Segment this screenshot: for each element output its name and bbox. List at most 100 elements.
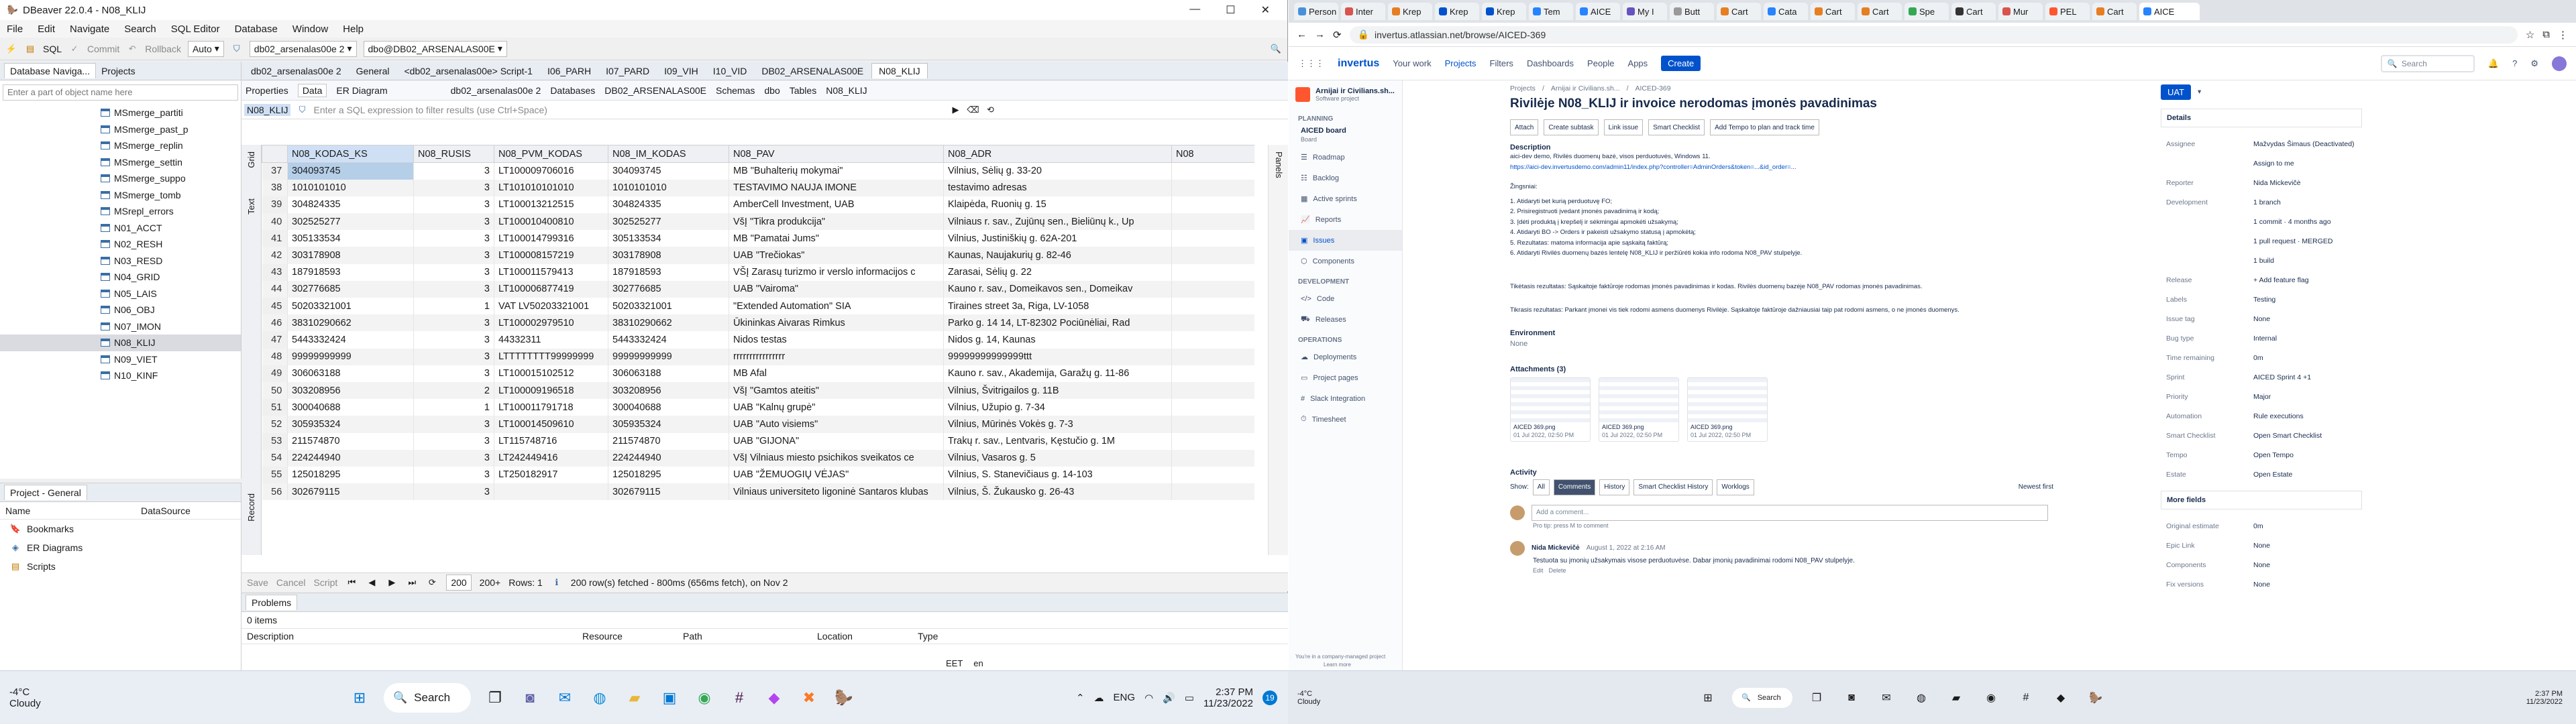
table-cell[interactable]: 302525277 <box>608 213 729 231</box>
table-row[interactable]: 40 302525277 3 LT100010400810 302525277 VšĮ "… <box>262 213 1254 231</box>
table-cell[interactable]: LT100008157219 <box>494 247 608 264</box>
app-switcher-icon[interactable]: ⋮⋮⋮ <box>1298 58 1324 69</box>
table-cell[interactable]: UAB "ŽEMUOGIŲ VĖJAS" <box>729 466 944 484</box>
breadcrumb-item[interactable]: N08_KLIJ <box>826 85 867 96</box>
table-cell[interactable]: 38310290662 <box>287 314 414 332</box>
detail-value[interactable]: 1 pull request · MERGED <box>2253 237 2362 245</box>
sidebar-item-reports[interactable]: 📈 Reports <box>1289 209 1402 230</box>
project-name[interactable]: Arnijai ir Civilians.sh... <box>1316 87 1395 95</box>
table-cell[interactable]: Kauno r. sav., Domeikavos sen., Domeikav <box>943 280 1172 298</box>
tree-item[interactable]: N01_ACCT <box>0 220 241 237</box>
sidebar-item-roadmap[interactable]: ☰ Roadmap <box>1289 147 1402 168</box>
rollback-button[interactable]: Rollback <box>145 44 181 54</box>
table-cell[interactable]: LT100002979510 <box>494 314 608 332</box>
fetch-size-input[interactable]: 200 <box>446 574 472 591</box>
tree-item[interactable]: MSmerge_settin <box>0 154 241 171</box>
avatar[interactable] <box>2552 56 2567 71</box>
clock[interactable]: 2:37 PM 11/23/2022 <box>2526 690 2576 706</box>
detail-row[interactable]: Tempo Open Tempo <box>2166 445 2362 465</box>
table-cell[interactable]: 305935324 <box>287 416 414 433</box>
table-cell[interactable]: LT100011579413 <box>494 263 608 281</box>
detail-row[interactable]: Release + Add feature flag <box>2166 270 2362 290</box>
nav-apps[interactable]: Apps <box>1628 58 1648 68</box>
tree-item[interactable]: MSmerge_suppo <box>0 170 241 187</box>
column-header[interactable]: N08 <box>1171 145 1254 163</box>
table-cell[interactable]: 3 <box>413 162 494 180</box>
erase-filter-icon[interactable]: ⌫ <box>967 104 979 116</box>
nav-filters[interactable]: Filters <box>1490 58 1513 68</box>
table-cell[interactable]: Nidos g. 14, Kaunas <box>943 331 1172 349</box>
table-cell[interactable]: 3 <box>413 483 494 501</box>
dbeaver-icon[interactable]: 🦫 <box>2082 684 2109 711</box>
detail-row[interactable]: Reporter Nida Mickevičė <box>2166 173 2362 192</box>
detail-value[interactable]: AICED Sprint 4 +1 <box>2253 373 2362 381</box>
phpstorm-icon[interactable]: ◆ <box>761 684 788 711</box>
table-row[interactable]: 48 99999999999 3 LTTTTTTTT99999999 999999999… <box>262 348 1254 365</box>
browser-tab[interactable]: PEL <box>2045 3 2090 20</box>
history-icon[interactable]: ⟲ <box>984 104 996 116</box>
detail-value[interactable]: Internal <box>2253 335 2362 343</box>
settings-icon[interactable]: ⚙ <box>2530 58 2538 69</box>
table-cell[interactable] <box>1171 466 1254 484</box>
table-cell[interactable]: 304093745 <box>608 162 729 180</box>
detail-value[interactable]: Major <box>2253 393 2362 401</box>
table-cell[interactable]: 1010101010 <box>608 179 729 196</box>
link-issue-button[interactable]: Link issue <box>1603 119 1644 135</box>
weather-widget[interactable]: -4°C Cloudy <box>0 686 80 709</box>
sidebar-item-timesheet[interactable]: ⏱ Timesheet <box>1289 409 1402 430</box>
table-cell[interactable] <box>1171 314 1254 332</box>
table-cell[interactable]: 5443332424 <box>608 331 729 349</box>
slack-icon[interactable]: # <box>726 684 753 711</box>
sidebar-item-active-sprints[interactable]: ▦ Active sprints <box>1289 188 1402 209</box>
editor-tab[interactable]: DB02_ARSENALAS00E <box>755 64 870 78</box>
store-icon[interactable]: ▣ <box>656 684 683 711</box>
script-button[interactable]: Script <box>314 577 338 588</box>
table-cell[interactable]: 211574870 <box>608 432 729 450</box>
table-cell[interactable]: AmberCell Investment, UAB <box>729 196 944 214</box>
detail-value[interactable]: Rule executions <box>2253 412 2362 420</box>
table-cell[interactable] <box>1171 298 1254 315</box>
tree-item[interactable]: MSmerge_partiti <box>0 105 241 121</box>
table-cell[interactable] <box>1171 449 1254 467</box>
table-row[interactable]: 38 1010101010 3 LT101010101010 1010101010 TES… <box>262 179 1254 196</box>
nav-dashboards[interactable]: Dashboards <box>1527 58 1574 68</box>
detail-row[interactable]: 1 commit · 4 months ago <box>2166 212 2362 231</box>
table-cell[interactable]: 302679115 <box>287 483 414 501</box>
table-cell[interactable]: 3 <box>413 230 494 247</box>
table-cell[interactable] <box>1171 399 1254 416</box>
detail-value[interactable]: + Add feature flag <box>2253 276 2362 284</box>
table-cell[interactable] <box>1171 365 1254 382</box>
windows-start-icon[interactable]: ⊞ <box>346 684 373 711</box>
table-cell[interactable]: MB Afal <box>729 365 944 382</box>
fetch-more-button[interactable]: 200+ <box>480 577 501 588</box>
column-header[interactable]: N08_RUSIS <box>413 145 494 163</box>
table-cell[interactable]: 211574870 <box>287 432 414 450</box>
menu-file[interactable]: File <box>7 23 23 35</box>
refresh-icon[interactable]: ⟳ <box>426 577 438 589</box>
weather-widget[interactable]: -4°C Cloudy <box>1288 690 1368 706</box>
table-cell[interactable]: UAB "Vairoma" <box>729 280 944 298</box>
editor-tab-active[interactable]: N08_KLIJ <box>871 63 928 78</box>
table-row[interactable]: 51 300040688 1 LT100011791718 300040688 UAB "… <box>262 399 1254 416</box>
teams-icon[interactable]: ◙ <box>1838 684 1865 711</box>
table-cell[interactable]: LTTTTTTTT99999999 <box>494 348 608 365</box>
browser-tab[interactable]: Krep <box>1388 3 1432 20</box>
table-cell[interactable]: 306063188 <box>287 365 414 382</box>
menu-navigate[interactable]: Navigate <box>70 23 109 35</box>
browser-tab[interactable]: Krep <box>1435 3 1479 20</box>
detail-value[interactable]: Open Tempo <box>2253 451 2362 459</box>
table-cell[interactable]: 5443332424 <box>287 331 414 349</box>
comment-author[interactable]: Nida Mickevičė <box>1532 544 1580 552</box>
breadcrumb-item[interactable]: Schemas <box>716 85 755 96</box>
dbeaver-icon[interactable]: 🦫 <box>830 684 857 711</box>
wifi-icon[interactable]: ◠ <box>1144 692 1153 704</box>
table-cell[interactable]: 44332311 <box>494 331 608 349</box>
table-cell[interactable]: LT100009706016 <box>494 162 608 180</box>
detail-row[interactable]: Components None <box>2166 555 2362 575</box>
attachment-card[interactable]: AICED 369.png 01 Jul 2022, 02:50 PM <box>1510 377 1591 442</box>
tab-project-general[interactable]: Project - General <box>4 485 87 500</box>
table-cell[interactable]: LT100009196518 <box>494 381 608 400</box>
table-cell[interactable]: LT100010400810 <box>494 213 608 231</box>
sidebar-item-components[interactable]: ⬡ Components <box>1289 251 1402 272</box>
editor-tab[interactable]: I06_PARH <box>541 64 598 78</box>
